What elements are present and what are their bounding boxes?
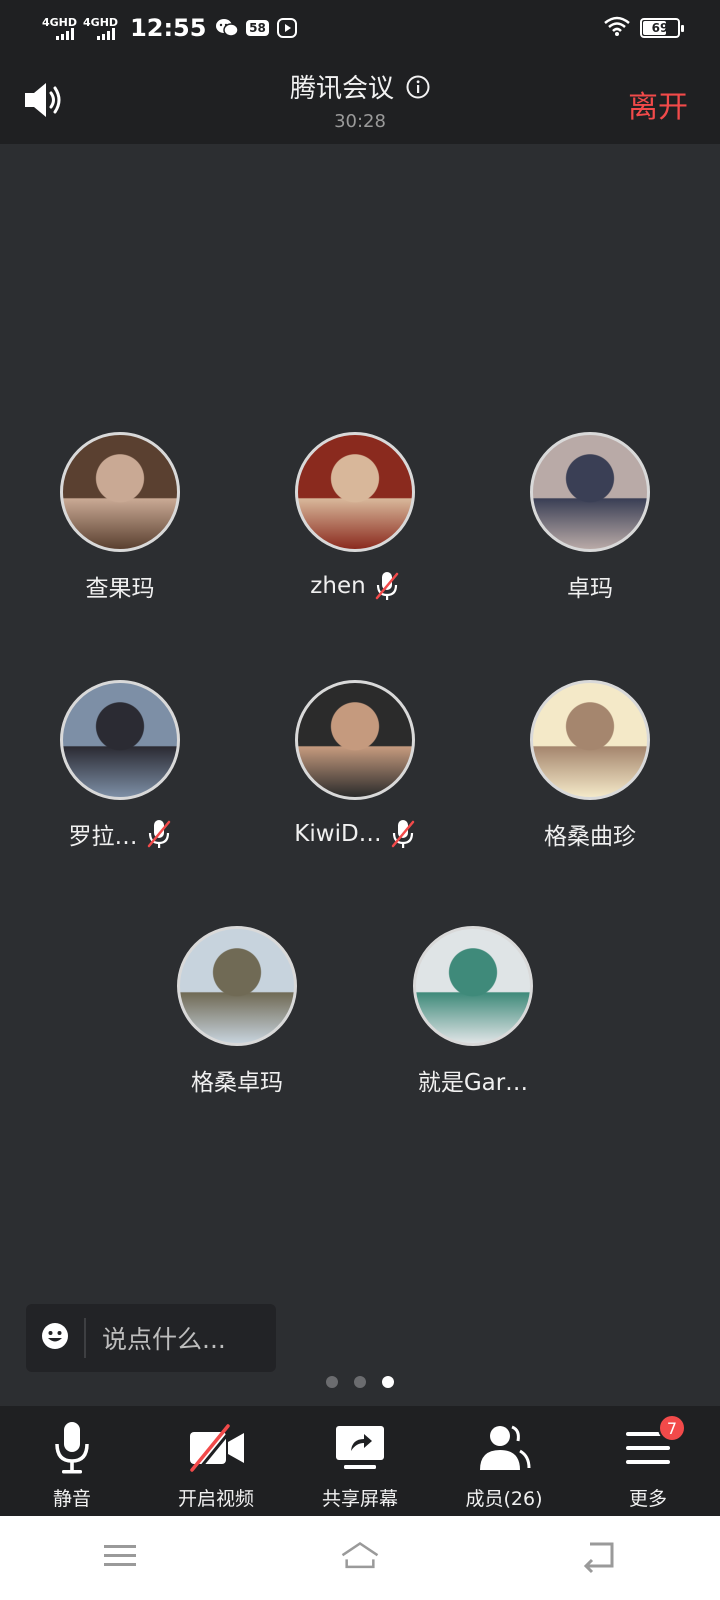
- participant-name: 罗拉…: [68, 824, 138, 850]
- network-type-label: 4GHD: [83, 15, 119, 29]
- signal-indicator-1: 4GHD: [42, 17, 77, 40]
- mic-off-icon: [391, 820, 414, 848]
- back-icon: [583, 1542, 614, 1574]
- participant-name: 格桑卓玛: [191, 1070, 283, 1096]
- share-label: 共享屏幕: [321, 1488, 398, 1510]
- participant-name: 格桑曲珍: [544, 824, 636, 850]
- participant-name: zhen: [310, 573, 366, 599]
- video-off-icon: [190, 1424, 244, 1474]
- avatar[interactable]: [60, 432, 180, 552]
- play-icon: [276, 17, 298, 39]
- meeting-title: 腾讯会议: [289, 74, 394, 104]
- signal-indicator-2: 4GHD: [83, 17, 118, 40]
- participant-name: 卓玛: [567, 576, 613, 602]
- avatar[interactable]: [177, 926, 297, 1046]
- start-video-button[interactable]: 开启视频: [144, 1406, 288, 1516]
- video-label: 开启视频: [177, 1488, 254, 1510]
- meeting-header: 腾讯会议 30:28 离开: [0, 56, 720, 144]
- leave-button[interactable]: 离开: [628, 82, 688, 126]
- recent-apps-button[interactable]: [100, 1536, 140, 1580]
- back-button[interactable]: [580, 1536, 620, 1580]
- participant-tile[interactable]: 罗拉…: [20, 680, 220, 850]
- participant-tile[interactable]: 格桑卓玛: [137, 926, 337, 1096]
- members-label: 成员(26): [465, 1488, 543, 1510]
- signal-bars-icon: [56, 27, 74, 40]
- page-dot[interactable]: [354, 1376, 366, 1388]
- more-badge: 7: [658, 1414, 686, 1442]
- chat-input[interactable]: 说点什么...: [26, 1304, 276, 1372]
- wifi-icon: [604, 16, 630, 40]
- participant-name: KiwiD…: [294, 821, 382, 847]
- mic-off-icon: [147, 820, 170, 848]
- microphone-icon: [55, 1422, 89, 1474]
- page-dot[interactable]: [382, 1376, 394, 1388]
- home-button[interactable]: [340, 1536, 380, 1580]
- members-icon: [480, 1425, 531, 1470]
- participant-tile[interactable]: 卓玛: [490, 432, 690, 602]
- avatar[interactable]: [295, 680, 415, 800]
- mute-label: 静音: [52, 1488, 91, 1510]
- menu-icon: [104, 1545, 136, 1566]
- avatar[interactable]: [530, 432, 650, 552]
- network-type-label: 4GHD: [42, 15, 78, 29]
- participant-tile[interactable]: zhen: [255, 432, 455, 602]
- battery-icon: 69: [640, 18, 684, 38]
- avatar[interactable]: [413, 926, 533, 1046]
- share-screen-button[interactable]: 共享屏幕: [288, 1406, 432, 1516]
- participant-tile[interactable]: 格桑曲珍: [490, 680, 690, 850]
- avatar[interactable]: [530, 680, 650, 800]
- wechat-icon: [216, 17, 239, 39]
- battery-level: 69: [651, 21, 669, 35]
- meeting-timer: 30:28: [334, 111, 386, 132]
- page-indicator: [0, 1376, 720, 1388]
- more-button[interactable]: 7 更多: [576, 1406, 720, 1516]
- participant-tile[interactable]: 就是Gar…: [373, 926, 573, 1096]
- share-screen-icon: [336, 1426, 384, 1469]
- mute-button[interactable]: 静音: [0, 1406, 144, 1516]
- system-nav-bar: [0, 1516, 720, 1600]
- divider: [84, 1318, 86, 1358]
- signal-bars-icon: [97, 27, 116, 40]
- clock: 12:55: [130, 14, 207, 42]
- app-notification-icon: 58: [246, 17, 269, 39]
- info-icon[interactable]: [406, 75, 430, 99]
- more-label: 更多: [628, 1488, 667, 1510]
- bottom-toolbar: 静音 开启视频 共享屏幕 成员(26) 7 更多: [0, 1406, 720, 1516]
- participant-tile[interactable]: 查果玛: [20, 432, 220, 602]
- avatar[interactable]: [295, 432, 415, 552]
- home-icon: [341, 1541, 379, 1569]
- notification-badge: 58: [246, 20, 269, 36]
- mic-off-icon: [375, 572, 398, 600]
- participant-tile[interactable]: KiwiD…: [255, 680, 455, 850]
- avatar[interactable]: [60, 680, 180, 800]
- status-bar: 4GHD 4GHD 12:55 58 69: [0, 0, 720, 56]
- participant-name: 就是Gar…: [417, 1070, 529, 1096]
- participant-name: 查果玛: [85, 576, 155, 602]
- members-button[interactable]: 成员(26): [432, 1406, 576, 1516]
- chat-placeholder: 说点什么...: [102, 1325, 226, 1354]
- emoji-icon[interactable]: [40, 1321, 70, 1355]
- page-dot[interactable]: [326, 1376, 338, 1388]
